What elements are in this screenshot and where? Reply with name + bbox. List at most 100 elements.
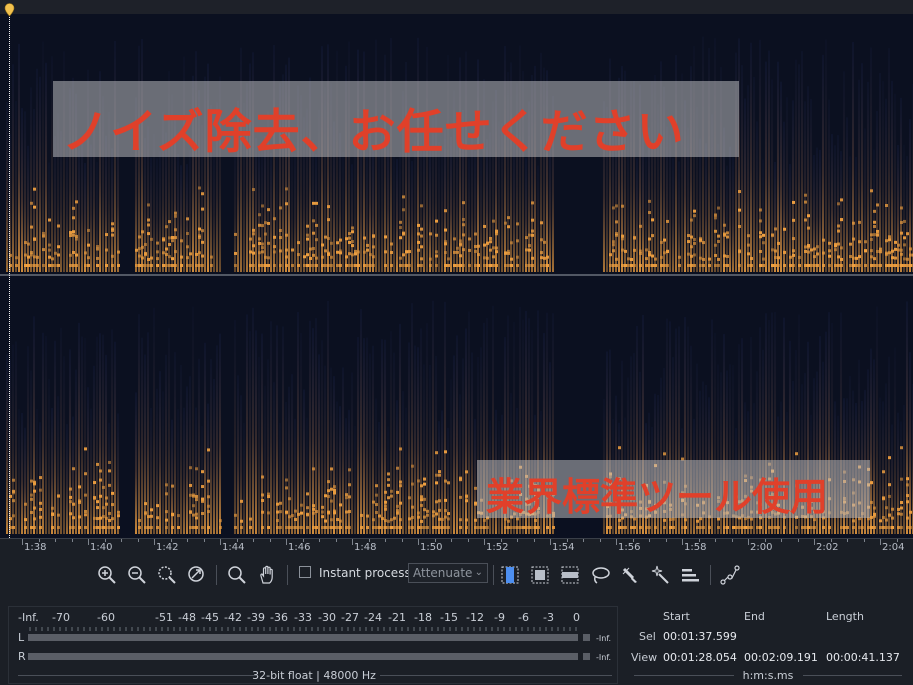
harmonic-band <box>528 248 531 252</box>
harmonic-band <box>438 499 441 503</box>
harmonic-band <box>249 264 252 267</box>
harmonic-band <box>828 254 831 258</box>
harmonic-band <box>39 501 42 505</box>
harmonic-band <box>168 220 171 224</box>
harmonic-band <box>543 264 546 267</box>
harmonic-band <box>822 238 825 242</box>
harmonic-band <box>180 255 183 259</box>
harmonic-band <box>288 497 291 501</box>
harmonic-band <box>372 526 375 529</box>
harmonic-band <box>186 245 189 249</box>
spectrogram-column <box>411 161 413 272</box>
meter-scale-label: -70 <box>52 611 70 624</box>
harmonic-band <box>759 231 762 235</box>
harmonic-band <box>516 255 519 259</box>
harmonic-band <box>774 249 777 253</box>
harmonic-band <box>648 211 651 215</box>
harmonic-band <box>315 510 318 514</box>
view-start-value[interactable]: 00:01:28.054 <box>663 651 737 664</box>
harmonic-band <box>384 500 387 504</box>
spectrogram-column <box>336 401 338 534</box>
spectrogram-column <box>96 162 98 272</box>
playhead-line[interactable] <box>9 14 10 538</box>
harmonic-band <box>366 526 369 529</box>
lasso-icon[interactable] <box>589 564 611 586</box>
zoom-reset-icon[interactable] <box>186 564 208 586</box>
harmonic-band <box>279 236 282 240</box>
magic-wand-icon[interactable] <box>649 564 671 586</box>
harmonic-band <box>375 511 378 515</box>
harmonic-band <box>750 264 753 267</box>
zoom-out-icon[interactable] <box>126 564 148 586</box>
harmonic-band <box>510 241 513 245</box>
curve-tool-icon[interactable] <box>719 564 741 586</box>
attenuate-select[interactable]: Attenuate ⌄ <box>408 563 488 583</box>
sel-start-value[interactable]: 00:01:37.599 <box>663 630 737 643</box>
harmonic-band <box>759 219 762 223</box>
spectrogram-view[interactable]: ノイズ除去、お任せください 業界標準ツール使用 <box>0 14 913 538</box>
harmonic-band <box>897 264 900 267</box>
harmonic-band <box>102 485 105 489</box>
harmonic-band <box>747 243 750 247</box>
meter-clip-right[interactable] <box>583 653 590 660</box>
meter-scale-label: 0 <box>573 611 580 624</box>
harmonic-band <box>285 264 288 267</box>
harmonic-selection-icon[interactable] <box>679 564 701 586</box>
harmonic-band <box>678 264 681 267</box>
harmonic-band <box>69 231 72 235</box>
harmonic-band <box>489 264 492 267</box>
frequency-selection-icon[interactable] <box>559 564 581 586</box>
spectrogram-column <box>156 158 158 272</box>
time-frequency-selection-icon[interactable] <box>529 564 551 586</box>
harmonic-band <box>69 500 72 504</box>
harmonic-band <box>72 230 75 234</box>
harmonic-band <box>402 231 405 235</box>
harmonic-band <box>504 264 507 267</box>
harmonic-band <box>333 491 336 495</box>
ruler-minor-tick <box>583 539 584 542</box>
harmonic-band <box>252 232 255 236</box>
harmonic-band <box>666 219 669 223</box>
harmonic-band <box>78 499 81 503</box>
time-ruler[interactable]: 1:38 1:40 1:42 1:44 1:46 1:48 1:50 1:52 1:54 1:56… <box>0 538 913 557</box>
harmonic-band <box>144 243 147 247</box>
harmonic-band <box>906 257 909 261</box>
ruler-tick <box>220 539 221 545</box>
harmonic-band <box>654 257 657 261</box>
zoom-selection-icon[interactable] <box>156 564 178 586</box>
harmonic-band <box>840 218 843 222</box>
magnify-icon[interactable] <box>226 564 248 586</box>
harmonic-band <box>852 519 855 523</box>
playhead-marker-icon[interactable] <box>4 3 15 17</box>
harmonic-band <box>144 502 147 506</box>
time-selection-icon[interactable] <box>499 564 521 586</box>
harmonic-band <box>627 257 630 261</box>
harmonic-band <box>240 499 243 503</box>
harmonic-band <box>816 245 819 249</box>
hand-icon[interactable] <box>256 564 278 586</box>
harmonic-band <box>399 226 402 230</box>
harmonic-band <box>189 483 192 487</box>
harmonic-band <box>168 242 171 246</box>
zoom-in-icon[interactable] <box>96 564 118 586</box>
overlay-text-top: ノイズ除去、お任せください <box>62 105 685 160</box>
harmonic-band <box>531 201 534 205</box>
harmonic-band <box>33 255 36 259</box>
harmonic-band <box>372 234 375 238</box>
spectrogram-column <box>306 417 308 534</box>
harmonic-band <box>771 264 774 267</box>
brush-icon[interactable] <box>619 564 641 586</box>
spectrogram-column <box>903 144 905 272</box>
instant-process-checkbox[interactable] <box>299 566 311 578</box>
harmonic-band <box>804 249 807 253</box>
harmonic-band <box>297 241 300 245</box>
harmonic-band <box>93 481 96 485</box>
view-end-value[interactable]: 00:02:09.191 <box>744 651 818 664</box>
spectrogram-column <box>180 365 182 534</box>
spectrogram-column <box>732 157 734 272</box>
view-length-value[interactable]: 00:00:41.137 <box>826 651 900 664</box>
harmonic-band <box>24 526 27 529</box>
harmonic-band <box>195 516 198 520</box>
meter-clip-left[interactable] <box>583 634 590 641</box>
spectrogram-column <box>246 314 248 534</box>
